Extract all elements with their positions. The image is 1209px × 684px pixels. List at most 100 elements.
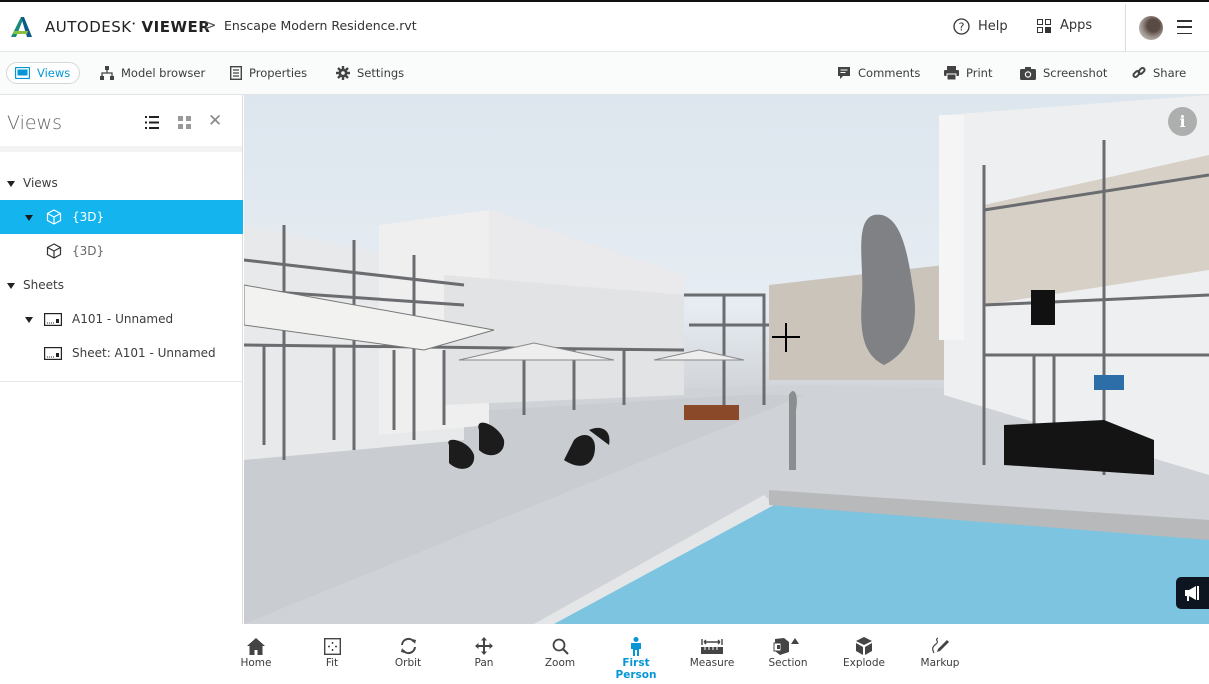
print-button[interactable]: Print <box>944 62 992 84</box>
cube-icon <box>46 209 62 225</box>
tool-orbit[interactable]: Orbit <box>373 636 443 669</box>
document-icon <box>230 66 242 80</box>
link-icon <box>1132 66 1146 79</box>
tool-label: First Person <box>615 657 657 681</box>
breadcrumb-file-name[interactable]: Enscape Modern Residence.rvt <box>224 18 417 33</box>
apps-label: Apps <box>1060 18 1093 33</box>
tool-label: Fit <box>325 657 339 669</box>
hamburger-menu-icon[interactable] <box>1177 20 1192 34</box>
svg-text:?: ? <box>959 21 965 34</box>
tree-item-label: {3D} <box>72 210 105 224</box>
hierarchy-icon <box>100 66 114 80</box>
navigation-toolbar: Home Fit Orbit Pan Zoom First Person Mea… <box>0 624 1209 684</box>
app-brand: AUTODESK• VIEWER <box>45 18 211 36</box>
tab-properties-label: Properties <box>249 66 308 80</box>
tree-item-3d-parent[interactable]: {3D} <box>0 200 243 234</box>
tool-label: Section <box>768 657 808 669</box>
sheet-icon <box>44 313 62 326</box>
zoom-icon <box>552 638 569 655</box>
feedback-megaphone-button[interactable] <box>1176 577 1209 609</box>
comments-label: Comments <box>858 66 921 80</box>
tool-label: Pan <box>474 657 494 669</box>
main-toolbar: Views Model browser Properties Settings … <box>0 52 1209 95</box>
brand-viewer: VIEWER <box>141 18 211 36</box>
tree-item-sheet-a101[interactable]: A101 - Unnamed <box>0 302 243 336</box>
tv <box>1094 375 1124 390</box>
tool-section[interactable]: Section <box>753 636 823 669</box>
tool-markup[interactable]: Markup <box>905 636 975 669</box>
tree-item-views-group[interactable]: Views <box>0 166 243 200</box>
panel-title: Views <box>7 112 62 134</box>
tool-zoom[interactable]: Zoom <box>525 636 595 669</box>
section-icon <box>773 637 799 655</box>
user-avatar[interactable] <box>1139 16 1163 40</box>
brand-autodesk: AUTODESK <box>45 18 132 36</box>
print-label: Print <box>966 66 993 80</box>
tool-pan[interactable]: Pan <box>449 636 519 669</box>
tab-model-browser[interactable]: Model browser <box>100 62 205 84</box>
tree-item-sheets-group[interactable]: Sheets <box>0 268 243 302</box>
home-icon <box>247 637 265 655</box>
gear-icon <box>336 66 350 80</box>
share-button[interactable]: Share <box>1132 62 1186 84</box>
breadcrumb-separator: > <box>204 16 217 34</box>
close-panel-icon[interactable]: ✕ <box>208 111 222 131</box>
dining-table <box>684 405 739 420</box>
tool-label: Zoom <box>544 657 576 669</box>
tree-item-3d-child[interactable]: {3D} <box>0 234 243 268</box>
explode-icon <box>856 637 872 655</box>
cube-icon <box>46 243 62 259</box>
list-view-icon[interactable] <box>145 116 159 129</box>
person-icon <box>631 636 641 656</box>
panel-header: Views ✕ <box>0 95 242 152</box>
tool-measure[interactable]: Measure <box>677 636 747 669</box>
screenshot-button[interactable]: Screenshot <box>1020 62 1107 84</box>
grid-view-icon[interactable] <box>178 116 191 129</box>
tree-item-label: A101 - Unnamed <box>72 312 174 326</box>
help-button[interactable]: ? Help <box>953 18 1008 35</box>
printer-icon <box>944 66 959 80</box>
person-figure <box>789 390 797 470</box>
info-icon[interactable]: i <box>1168 107 1197 136</box>
views-icon <box>15 67 30 79</box>
piano <box>1031 290 1055 325</box>
tool-label: Orbit <box>394 657 422 669</box>
views-panel: Views ✕ Views {3D} {3D} Sheets A101 - Un… <box>0 95 243 624</box>
caret-down-icon[interactable] <box>25 215 33 221</box>
tree <box>861 214 915 365</box>
sheet-icon <box>44 347 62 360</box>
camera-icon <box>1020 67 1036 80</box>
tool-first-person[interactable]: First Person <box>601 636 671 681</box>
tab-settings[interactable]: Settings <box>336 62 404 84</box>
fit-icon <box>323 637 341 655</box>
tree-divider <box>0 381 243 382</box>
tree-item-label: Views <box>23 176 58 190</box>
tab-properties[interactable]: Properties <box>230 62 307 84</box>
tool-label: Explode <box>843 657 885 669</box>
caret-down-icon[interactable] <box>7 181 15 187</box>
comment-icon <box>838 67 850 79</box>
tool-explode[interactable]: Explode <box>829 636 899 669</box>
help-label: Help <box>978 19 1008 34</box>
autodesk-logo-icon[interactable] <box>9 15 33 39</box>
tree-item-sheet-a101-child[interactable]: Sheet: A101 - Unnamed <box>0 336 243 370</box>
comments-button[interactable]: Comments <box>837 62 920 84</box>
scene-render <box>244 95 1209 624</box>
megaphone-icon <box>1185 586 1199 601</box>
markup-icon <box>932 636 949 653</box>
tool-fit[interactable]: Fit <box>297 636 367 669</box>
tool-home[interactable]: Home <box>221 636 291 669</box>
tree-item-label: {3D} <box>72 244 105 258</box>
apps-button[interactable]: Apps <box>1037 18 1092 33</box>
caret-down-icon[interactable] <box>25 317 33 323</box>
tab-model-browser-label: Model browser <box>121 66 206 80</box>
caret-down-icon[interactable] <box>7 283 15 289</box>
back-wall <box>769 265 944 380</box>
3d-viewport[interactable]: i <box>244 95 1209 624</box>
tab-settings-label: Settings <box>357 66 405 80</box>
tab-views[interactable]: Views <box>6 62 81 84</box>
pan-icon <box>475 637 493 655</box>
tool-label: Home <box>240 657 272 669</box>
tree-item-label: Sheet: A101 - Unnamed <box>72 346 216 360</box>
views-tree: Views {3D} {3D} Sheets A101 - Unnamed Sh… <box>0 166 243 382</box>
